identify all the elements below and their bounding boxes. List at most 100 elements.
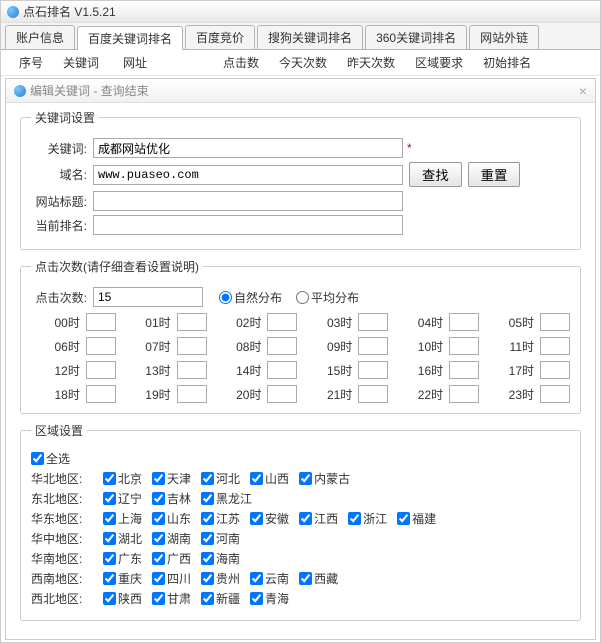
radio-natural[interactable]: 自然分布 — [219, 289, 282, 306]
region-checkbox[interactable]: 江苏 — [201, 510, 240, 527]
hour-label: 07时 — [122, 338, 171, 355]
hour-label: 10时 — [394, 338, 443, 355]
domain-input[interactable] — [93, 165, 403, 185]
main-tabs: 账户信息百度关键词排名百度竞价搜狗关键词排名360关键词排名网站外链 — [1, 23, 600, 50]
column-header: 序号 — [9, 54, 53, 71]
tab-3[interactable]: 搜狗关键词排名 — [257, 25, 363, 49]
hour-input-13[interactable] — [177, 361, 207, 379]
hour-input-4[interactable] — [449, 313, 479, 331]
hour-input-0[interactable] — [86, 313, 116, 331]
hour-input-8[interactable] — [267, 337, 297, 355]
region-checkbox[interactable]: 贵州 — [201, 570, 240, 587]
region-checkbox[interactable]: 广东 — [103, 550, 142, 567]
click-group-legend: 点击次数(请仔细查看设置说明) — [31, 258, 203, 275]
hour-label: 15时 — [303, 362, 352, 379]
region-checkbox[interactable]: 上海 — [103, 510, 142, 527]
region-checkbox[interactable]: 新疆 — [201, 590, 240, 607]
tab-2[interactable]: 百度竞价 — [185, 25, 255, 49]
hour-input-21[interactable] — [358, 385, 388, 403]
find-button[interactable]: 查找 — [409, 162, 462, 187]
hour-input-18[interactable] — [86, 385, 116, 403]
radio-average[interactable]: 平均分布 — [296, 289, 359, 306]
tab-1[interactable]: 百度关键词排名 — [77, 26, 183, 50]
region-checkbox[interactable]: 河南 — [201, 530, 240, 547]
region-row: 东北地区: 辽宁吉林黑龙江 — [31, 490, 570, 507]
region-checkbox[interactable]: 海南 — [201, 550, 240, 567]
hour-label: 00时 — [31, 314, 80, 331]
hour-label: 08时 — [213, 338, 262, 355]
tab-4[interactable]: 360关键词排名 — [365, 25, 467, 49]
hour-label: 19时 — [122, 386, 171, 403]
select-all-checkbox[interactable]: 全选 — [31, 450, 70, 467]
region-name: 华东地区: — [31, 510, 93, 527]
region-checkbox[interactable]: 黑龙江 — [201, 490, 252, 507]
hour-input-10[interactable] — [449, 337, 479, 355]
keyword-settings-group: 关键词设置 关键词: * 域名: 查找 重置 网站标题: 当前排名: — [20, 109, 581, 250]
region-checkbox[interactable]: 云南 — [250, 570, 289, 587]
region-checkbox[interactable]: 辽宁 — [103, 490, 142, 507]
keyword-group-legend: 关键词设置 — [31, 109, 99, 126]
hour-input-19[interactable] — [177, 385, 207, 403]
click-count-input[interactable] — [93, 287, 203, 307]
region-row: 西北地区:陕西甘肃新疆青海 — [31, 590, 570, 607]
close-icon[interactable]: × — [579, 83, 587, 99]
rank-input[interactable] — [93, 215, 403, 235]
dialog-title: 编辑关键词 - 查询结束 — [30, 82, 149, 99]
region-checkbox[interactable]: 吉林 — [152, 490, 191, 507]
region-checkbox[interactable]: 广西 — [152, 550, 191, 567]
hour-input-6[interactable] — [86, 337, 116, 355]
region-checkbox[interactable]: 山东 — [152, 510, 191, 527]
column-header: 网址 — [113, 54, 213, 71]
hour-input-22[interactable] — [449, 385, 479, 403]
region-checkbox[interactable]: 山西 — [250, 470, 289, 487]
region-name: 东北地区: — [31, 490, 93, 507]
hour-input-20[interactable] — [267, 385, 297, 403]
region-checkbox[interactable]: 重庆 — [103, 570, 142, 587]
hour-label: 04时 — [394, 314, 443, 331]
region-checkbox[interactable]: 湖北 — [103, 530, 142, 547]
region-checkbox[interactable]: 安徽 — [250, 510, 289, 527]
region-checkbox[interactable]: 北京 — [103, 470, 142, 487]
region-checkbox[interactable]: 天津 — [152, 470, 191, 487]
reset-button[interactable]: 重置 — [468, 162, 521, 187]
region-name: 华北地区: — [31, 470, 93, 487]
region-checkbox[interactable]: 福建 — [397, 510, 436, 527]
region-checkbox[interactable]: 西藏 — [299, 570, 338, 587]
hour-input-17[interactable] — [540, 361, 570, 379]
region-checkbox[interactable]: 甘肃 — [152, 590, 191, 607]
region-checkbox[interactable]: 四川 — [152, 570, 191, 587]
region-checkbox[interactable]: 湖南 — [152, 530, 191, 547]
hour-input-12[interactable] — [86, 361, 116, 379]
region-checkbox[interactable]: 江西 — [299, 510, 338, 527]
region-row: 华东地区: 上海山东江苏安徽江西浙江福建 — [31, 510, 570, 527]
region-checkbox[interactable]: 河北 — [201, 470, 240, 487]
hour-input-1[interactable] — [177, 313, 207, 331]
hour-input-9[interactable] — [358, 337, 388, 355]
hour-input-11[interactable] — [540, 337, 570, 355]
hour-input-5[interactable] — [540, 313, 570, 331]
hour-input-23[interactable] — [540, 385, 570, 403]
keyword-input[interactable] — [93, 138, 403, 158]
keyword-label: 关键词: — [31, 140, 93, 157]
hour-label: 20时 — [213, 386, 262, 403]
tab-0[interactable]: 账户信息 — [5, 25, 75, 49]
region-checkbox[interactable]: 青海 — [250, 590, 289, 607]
column-headers: 序号关键词网址点击数今天次数昨天次数区域要求初始排名 — [1, 50, 600, 76]
hour-label: 09时 — [303, 338, 352, 355]
sitetitle-label: 网站标题: — [31, 193, 93, 210]
rank-label: 当前排名: — [31, 217, 93, 234]
region-checkbox[interactable]: 浙江 — [348, 510, 387, 527]
sitetitle-input[interactable] — [93, 191, 403, 211]
hour-input-16[interactable] — [449, 361, 479, 379]
hour-input-15[interactable] — [358, 361, 388, 379]
region-name: 华南地区: — [31, 550, 93, 567]
column-header: 关键词 — [53, 54, 113, 71]
hour-input-7[interactable] — [177, 337, 207, 355]
hour-input-14[interactable] — [267, 361, 297, 379]
app-icon — [7, 6, 19, 18]
region-checkbox[interactable]: 陕西 — [103, 590, 142, 607]
tab-5[interactable]: 网站外链 — [469, 25, 539, 49]
region-checkbox[interactable]: 内蒙古 — [299, 470, 350, 487]
hour-input-2[interactable] — [267, 313, 297, 331]
hour-input-3[interactable] — [358, 313, 388, 331]
